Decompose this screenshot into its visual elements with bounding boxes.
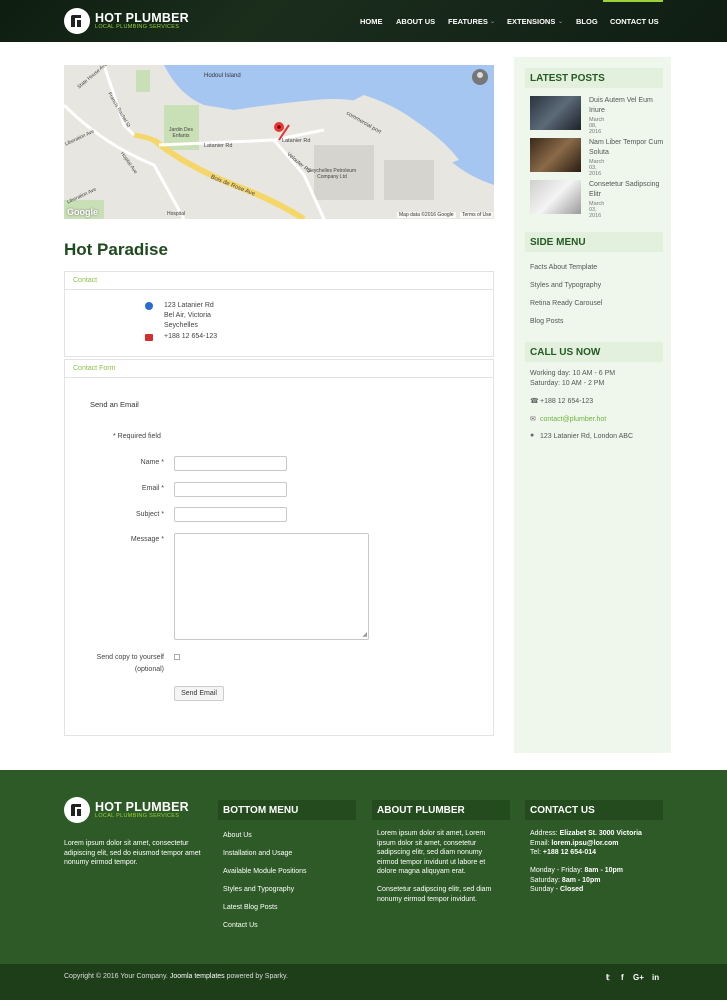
phone-icon xyxy=(145,334,153,341)
map-terms-link[interactable]: Terms of Use xyxy=(460,212,494,218)
footer-menu-item[interactable]: Contact Us xyxy=(223,922,258,929)
map-label: Hodoul Island xyxy=(204,73,241,79)
copy-label: Send copy to yourself xyxy=(96,654,164,661)
side-menu-heading: SIDE MENU xyxy=(525,232,663,252)
footer-logo[interactable]: HOT PLUMBER LOCAL PLUMBING SERVICES xyxy=(64,797,189,823)
footer-menu-item[interactable]: Installation and Usage xyxy=(223,850,292,857)
footer-hours-weekday: Monday - Friday: 8am - 10pm xyxy=(530,867,624,874)
about-plumber-heading: ABOUT PLUMBER xyxy=(372,800,510,820)
map-label: Latanier Rd xyxy=(204,143,233,149)
required-note: * Required field xyxy=(113,433,161,440)
side-menu-item[interactable]: Blog Posts xyxy=(530,318,563,325)
contact-panel-heading[interactable]: Contact xyxy=(65,272,493,290)
footer-tel: Tel: +188 12 654-014 xyxy=(530,849,596,856)
map-label: Jardin Des Enfants xyxy=(169,127,193,139)
name-label: Name * xyxy=(140,459,164,466)
facebook-icon[interactable]: f xyxy=(621,973,624,982)
footer-menu-item[interactable]: Styles and Typography xyxy=(223,886,294,893)
footer-hours-saturday: Saturday: 8am - 10pm xyxy=(530,876,601,884)
footer-brand-tagline: LOCAL PLUMBING SERVICES xyxy=(95,813,180,819)
side-menu-item[interactable]: Styles and Typography xyxy=(530,282,601,289)
location-map[interactable]: Hodoul Island Latanier Rd Latanier Rd Ve… xyxy=(64,65,494,219)
send-email-button[interactable]: Send Email xyxy=(174,686,224,701)
google-logo: Google xyxy=(67,207,98,217)
nav-blog[interactable]: BLOG xyxy=(576,17,598,26)
nav-contact-us[interactable]: CONTACT US xyxy=(610,17,659,26)
about-plumber-text: Consetetur sadipscing elitr, sed diam no… xyxy=(377,886,492,903)
main-nav: HOME ABOUT US FEATURES ⌄ EXTENSIONS ⌄ BL… xyxy=(0,17,727,27)
nav-about-us[interactable]: ABOUT US xyxy=(396,17,435,26)
working-hours: Working day: 10 AM - 6 PM xyxy=(530,370,616,377)
address-line: 123 Latanier Rd xyxy=(164,302,214,309)
footer-about-text: Lorem ipsum dolor sit amet, consectetur … xyxy=(64,840,201,866)
footer-menu-item[interactable]: Latest Blog Posts xyxy=(223,904,277,911)
footer-menu-item[interactable]: About Us xyxy=(223,832,252,839)
post-date: March 08, 2016 xyxy=(589,117,605,135)
latest-posts-heading: LATEST POSTS xyxy=(525,68,663,88)
subject-field[interactable] xyxy=(174,507,287,522)
message-textarea[interactable]: ◢ xyxy=(174,533,369,640)
envelope-icon: ✉ xyxy=(530,416,536,423)
post-date: March 03, 2016 xyxy=(589,201,605,219)
post-title[interactable]: Nam Liber Tempor Cum Soluta xyxy=(589,138,669,158)
call-us-heading: CALL US NOW xyxy=(525,342,663,362)
map-label: Latanier Rd xyxy=(282,138,311,144)
side-menu-item[interactable]: Facts About Template xyxy=(530,264,597,271)
send-copy-checkbox[interactable] xyxy=(174,654,180,660)
post-thumbnail[interactable] xyxy=(530,96,581,130)
footer-brand-name: HOT PLUMBER xyxy=(95,799,189,814)
nav-features[interactable]: FEATURES xyxy=(448,17,488,26)
contact-form-heading[interactable]: Contact Form xyxy=(65,360,493,378)
post-thumbnail[interactable] xyxy=(530,138,581,172)
nav-extensions[interactable]: EXTENSIONS xyxy=(507,17,555,26)
subject-label: Subject * xyxy=(135,511,164,518)
copyright: Copyright © 2016 Your Company. Joomla te… xyxy=(64,973,288,980)
map-attribution: Map data ©2016 Google xyxy=(397,212,456,218)
post-title[interactable]: Consetetur Sadipscing Elitr xyxy=(589,180,669,200)
footer-hours-sunday: Sunday - Closed xyxy=(530,886,584,893)
footer-menu-item[interactable]: Available Module Positions xyxy=(223,868,307,875)
sidebar-email-link[interactable]: contact@plumber.hot xyxy=(540,416,606,423)
page-title: Hot Paradise xyxy=(64,240,168,259)
copy-optional-label: (optional) xyxy=(134,666,164,673)
map-marker-icon: ● xyxy=(530,432,535,439)
bottom-bar xyxy=(0,964,727,1000)
post-title[interactable]: Duis Autem Vel Eum Iriure xyxy=(589,96,669,116)
contact-phone: +188 12 654-123 xyxy=(164,333,218,340)
bottom-menu-heading: BOTTOM MENU xyxy=(218,800,356,820)
map-label: Seychelles Petroleum Company Ltd xyxy=(307,168,357,180)
twitter-icon[interactable]: 𝕥 xyxy=(606,973,610,982)
logo-icon xyxy=(64,797,90,823)
sidebar-phone: +188 12 654-123 xyxy=(540,398,594,405)
chevron-down-icon: ⌄ xyxy=(558,19,564,25)
name-field[interactable] xyxy=(174,456,287,471)
resize-handle-icon[interactable]: ◢ xyxy=(362,631,367,638)
nav-home[interactable]: HOME xyxy=(360,17,383,26)
about-plumber-text: Lorem ipsum dolor sit amet, Lorem ipsum … xyxy=(377,830,486,875)
side-menu-item[interactable]: Retina Ready Carousel xyxy=(530,300,602,307)
headset-icon: ☎ xyxy=(530,398,539,405)
google-plus-icon[interactable]: G+ xyxy=(633,973,644,982)
post-date: March 03, 2016 xyxy=(589,159,605,177)
footer-address: Address: Elizabet St. 3000 Victoria xyxy=(530,830,642,837)
linkedin-icon[interactable]: in xyxy=(652,973,659,982)
post-thumbnail[interactable] xyxy=(530,180,581,214)
contact-panel: Contact xyxy=(64,271,494,357)
address-line: Bel Air, Victoria xyxy=(164,312,211,319)
contact-us-heading: CONTACT US xyxy=(525,800,663,820)
joomla-templates-link[interactable]: Joomla templates xyxy=(170,973,225,980)
sidebar-address: 123 Latanier Rd, London ABC xyxy=(540,433,634,440)
map-label: Hospital xyxy=(167,211,186,217)
address-line: Seychelles xyxy=(164,322,198,329)
email-field[interactable] xyxy=(174,482,287,497)
chevron-down-icon: ⌄ xyxy=(490,19,496,25)
email-label: Email * xyxy=(141,485,164,492)
saturday-hours: Saturday: 10 AM - 2 PM xyxy=(530,380,605,387)
form-title: Send an Email xyxy=(90,400,139,409)
nav-active-accent xyxy=(603,0,663,2)
footer-email: Email: lorem.ipsu@lor.com xyxy=(530,839,619,847)
address-icon xyxy=(145,302,153,310)
message-label: Message * xyxy=(130,536,164,543)
